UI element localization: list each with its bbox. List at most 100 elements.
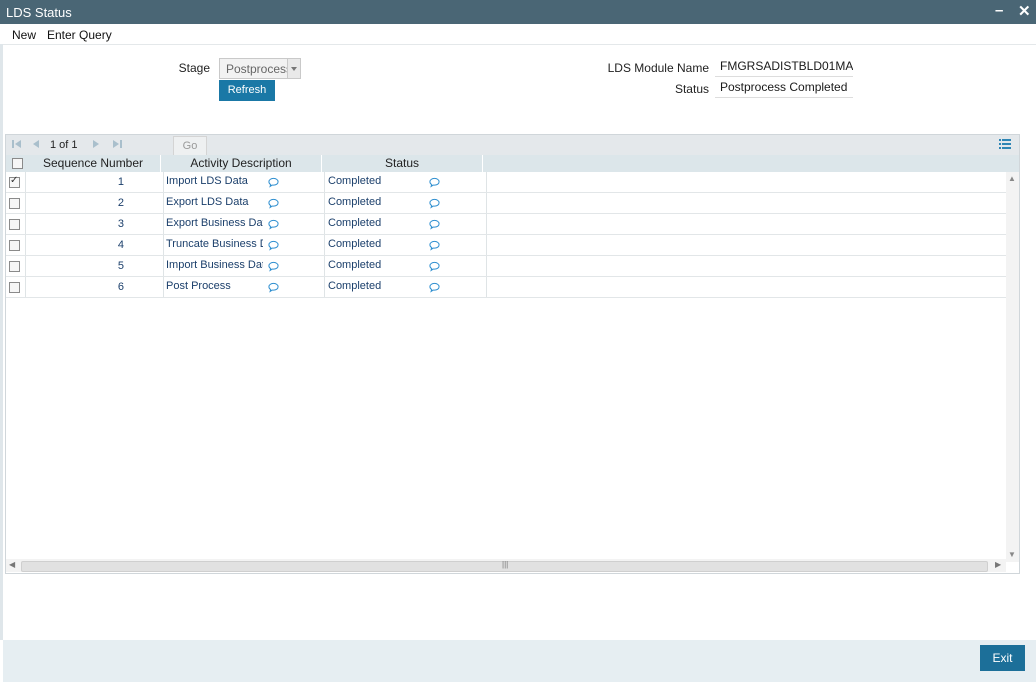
go-button[interactable]: Go — [173, 136, 207, 156]
row-checkbox[interactable] — [9, 219, 20, 230]
table-row[interactable]: 4 Truncate Business Data Completed — [6, 235, 1006, 256]
scroll-right-icon[interactable]: ▶ — [995, 560, 1001, 569]
comment-bubble-icon[interactable] — [268, 198, 279, 209]
comment-bubble-icon[interactable] — [429, 261, 440, 272]
cell-divider — [324, 235, 325, 255]
cell-status: Completed — [328, 280, 382, 292]
cell-divider — [324, 172, 325, 192]
scroll-up-icon[interactable]: ▲ — [1008, 174, 1016, 183]
cell-divider — [163, 214, 164, 234]
module-name-field[interactable]: FMGRSADISTBLD01MAR15 — [715, 57, 853, 77]
last-page-icon[interactable] — [112, 139, 122, 152]
comment-bubble-icon[interactable] — [429, 198, 440, 209]
cell-sequence-number: 4 — [117, 239, 124, 251]
cell-divider — [486, 235, 487, 255]
cell-divider — [486, 256, 487, 276]
scroll-left-icon[interactable]: ◀ — [9, 560, 15, 569]
footer-bar — [3, 640, 1036, 682]
cell-sequence-number: 5 — [117, 260, 124, 272]
vertical-scrollbar[interactable]: ▲ ▼ — [1006, 172, 1019, 562]
module-name-label: LDS Module Name — [607, 61, 709, 75]
cell-sequence-number: 2 — [117, 197, 124, 209]
cell-sequence-number: 6 — [117, 281, 124, 293]
cell-divider — [163, 277, 164, 297]
stage-select[interactable]: Postprocess — [219, 58, 301, 79]
table-row[interactable]: 6 Post Process Completed — [6, 277, 1006, 298]
cell-divider — [486, 277, 487, 297]
cell-activity-description: Truncate Business Data — [166, 238, 263, 250]
comment-bubble-icon[interactable] — [268, 240, 279, 251]
cell-activity-description: Import LDS Data — [166, 175, 248, 187]
menu-bar: New Enter Query — [0, 24, 1036, 45]
comment-bubble-icon[interactable] — [429, 219, 440, 230]
menu-new[interactable]: New — [12, 28, 36, 42]
close-icon[interactable]: ✕ — [1018, 2, 1031, 20]
cell-divider — [163, 193, 164, 213]
row-checkbox[interactable] — [9, 261, 20, 272]
row-checkbox[interactable] — [9, 175, 20, 188]
cell-activity-description: Export LDS Data — [166, 196, 249, 208]
comment-bubble-icon[interactable] — [268, 261, 279, 272]
col-status[interactable]: Status — [322, 155, 483, 172]
comment-bubble-icon[interactable] — [268, 219, 279, 230]
cell-divider — [324, 256, 325, 276]
horizontal-scrollbar[interactable]: ◀ ||| ▶ — [6, 559, 1006, 572]
cell-divider — [163, 256, 164, 276]
table-row[interactable]: 3 Export Business Data Completed — [6, 214, 1006, 235]
module-name-value: FMGRSADISTBLD01MAR15 — [720, 59, 853, 73]
row-checkbox[interactable] — [9, 198, 20, 209]
prev-page-icon[interactable] — [32, 139, 40, 152]
cell-activity-description: Post Process — [166, 280, 231, 292]
cell-divider — [324, 277, 325, 297]
cell-status: Completed — [328, 217, 382, 229]
scroll-down-icon[interactable]: ▼ — [1008, 550, 1016, 559]
activity-grid: 1 of 1 Go Sequence Number Activity Descr… — [5, 134, 1020, 574]
cell-divider — [163, 235, 164, 255]
row-checkbox[interactable] — [9, 240, 20, 251]
chevron-down-icon[interactable] — [287, 59, 300, 78]
status-label: Status — [674, 82, 709, 96]
first-page-icon[interactable] — [12, 139, 22, 152]
row-checkbox[interactable] — [9, 282, 20, 293]
cell-activity-description: Import Business Data — [166, 259, 263, 271]
page-indicator: 1 of 1 — [50, 139, 78, 151]
horizontal-scroll-thumb[interactable]: ||| — [21, 560, 988, 572]
status-field[interactable]: Postprocess Completed — [715, 78, 853, 98]
stage-label: Stage — [178, 61, 210, 75]
cell-divider — [324, 214, 325, 234]
status-value: Postprocess Completed — [720, 80, 848, 94]
col-activity-description[interactable]: Activity Description — [161, 155, 322, 172]
table-row[interactable]: 2 Export LDS Data Completed — [6, 193, 1006, 214]
cell-status: Completed — [328, 259, 382, 271]
comment-bubble-icon[interactable] — [268, 282, 279, 293]
select-all-checkbox[interactable] — [12, 158, 23, 169]
cell-divider — [324, 193, 325, 213]
cell-divider — [486, 172, 487, 192]
list-view-icon[interactable] — [999, 138, 1011, 150]
comment-bubble-icon[interactable] — [429, 282, 440, 293]
column-header-row: Sequence Number Activity Description Sta… — [6, 155, 1019, 172]
grip-icon: ||| — [502, 560, 509, 569]
refresh-button[interactable]: Refresh — [219, 80, 275, 101]
cell-activity-description: Export Business Data — [166, 217, 263, 229]
menu-enter-query[interactable]: Enter Query — [47, 28, 112, 42]
left-edge — [0, 44, 3, 640]
comment-bubble-icon[interactable] — [429, 240, 440, 251]
comment-bubble-icon[interactable] — [268, 177, 279, 188]
title-bar: LDS Status – ✕ — [0, 0, 1036, 24]
cell-divider — [486, 193, 487, 213]
cell-status: Completed — [328, 196, 382, 208]
minimize-icon[interactable]: – — [995, 2, 1003, 19]
cell-status: Completed — [328, 238, 382, 250]
exit-button[interactable]: Exit — [980, 645, 1025, 671]
cell-sequence-number: 3 — [117, 218, 124, 230]
stage-value: Postprocess — [226, 62, 293, 76]
next-page-icon[interactable] — [92, 139, 100, 152]
table-row[interactable]: 5 Import Business Data Completed — [6, 256, 1006, 277]
cell-sequence-number: 1 — [117, 176, 124, 188]
table-row[interactable]: 1 Import LDS Data Completed — [6, 172, 1006, 193]
cell-status: Completed — [328, 175, 382, 187]
cell-divider — [163, 172, 164, 192]
col-sequence-number[interactable]: Sequence Number — [26, 155, 161, 172]
comment-bubble-icon[interactable] — [429, 177, 440, 188]
